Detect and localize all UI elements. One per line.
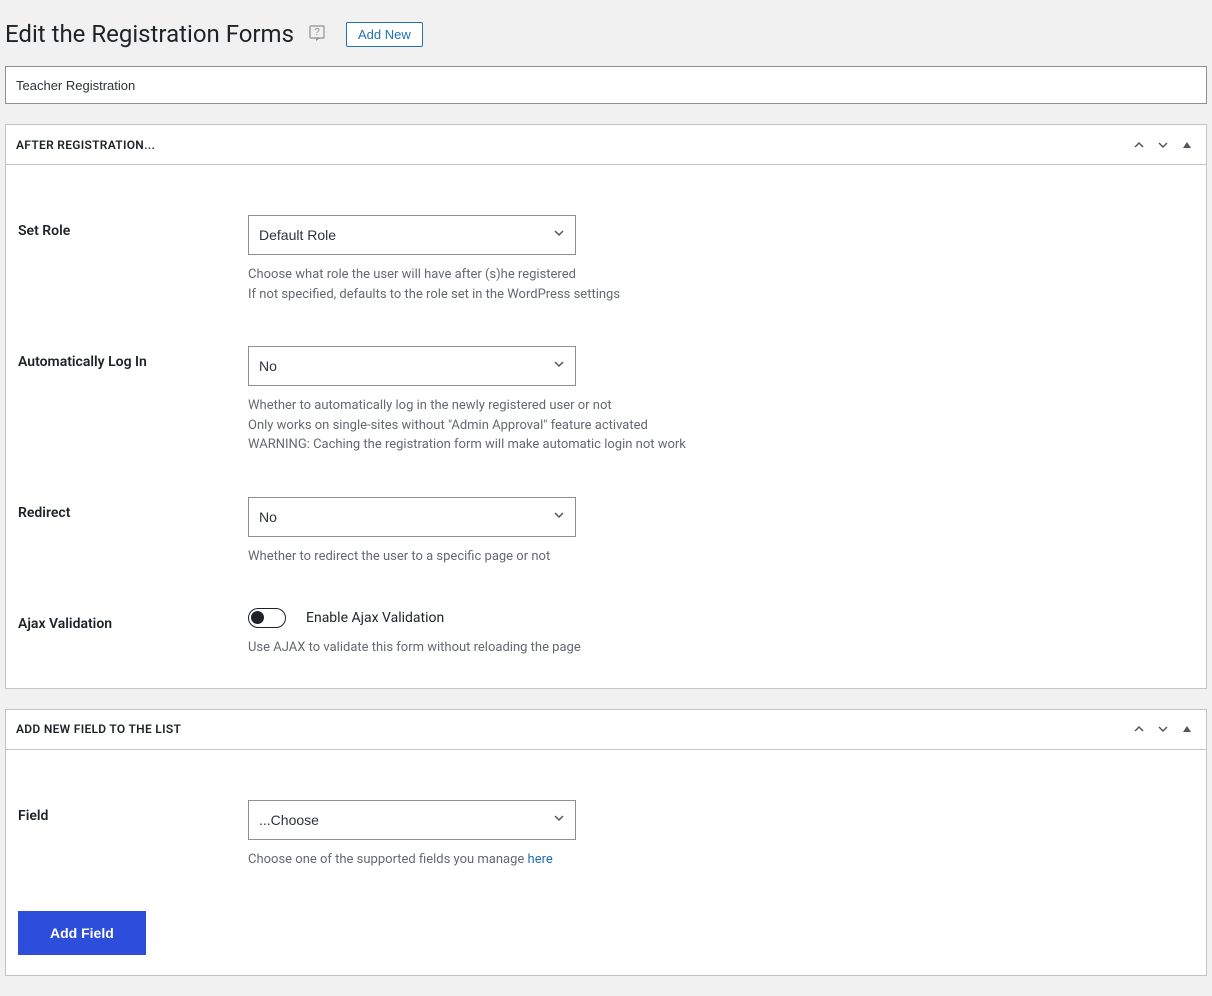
- ajax-validation-description: Use AJAX to validate this form without r…: [248, 638, 1194, 658]
- redirect-description: Whether to redirect the user to a specif…: [248, 547, 1194, 567]
- svg-text:?: ?: [314, 27, 320, 38]
- redirect-select[interactable]: No: [248, 497, 576, 537]
- chevron-up-icon[interactable]: [1130, 720, 1148, 738]
- set-role-label: Set Role: [18, 215, 248, 239]
- panel-title: After Registration...: [16, 138, 155, 152]
- manage-fields-link[interactable]: here: [528, 852, 553, 867]
- field-select[interactable]: ...Choose: [248, 800, 576, 840]
- chevron-down-icon[interactable]: [1154, 720, 1172, 738]
- page-title: Edit the Registration Forms: [5, 20, 294, 48]
- auto-login-description: Whether to automatically log in the newl…: [248, 396, 1194, 455]
- chevron-down-icon[interactable]: [1154, 136, 1172, 154]
- ajax-validation-label: Ajax Validation: [18, 608, 248, 632]
- ajax-validation-toggle[interactable]: [248, 608, 286, 628]
- redirect-label: Redirect: [18, 497, 248, 521]
- after-registration-panel: After Registration... Set Role Default R…: [5, 124, 1207, 689]
- panel-header: Add New Field to the List: [6, 710, 1206, 750]
- triangle-up-icon[interactable]: [1178, 720, 1196, 738]
- auto-login-label: Automatically Log In: [18, 346, 248, 370]
- panel-title: Add New Field to the List: [16, 722, 181, 736]
- add-new-button[interactable]: Add New: [346, 22, 423, 47]
- auto-login-select[interactable]: No: [248, 346, 576, 386]
- set-role-description: Choose what role the user will have afte…: [248, 265, 1194, 304]
- set-role-select[interactable]: Default Role: [248, 215, 576, 255]
- triangle-up-icon[interactable]: [1178, 136, 1196, 154]
- field-select-label: Field: [18, 800, 248, 824]
- form-title-input[interactable]: [5, 66, 1207, 104]
- add-field-panel: Add New Field to the List Field ...Choos…: [5, 709, 1207, 977]
- add-field-button[interactable]: Add Field: [18, 911, 146, 955]
- help-icon[interactable]: ?: [308, 24, 328, 44]
- chevron-up-icon[interactable]: [1130, 136, 1148, 154]
- ajax-validation-toggle-label: Enable Ajax Validation: [306, 610, 444, 626]
- panel-header: After Registration...: [6, 125, 1206, 165]
- field-select-description: Choose one of the supported fields you m…: [248, 850, 1194, 870]
